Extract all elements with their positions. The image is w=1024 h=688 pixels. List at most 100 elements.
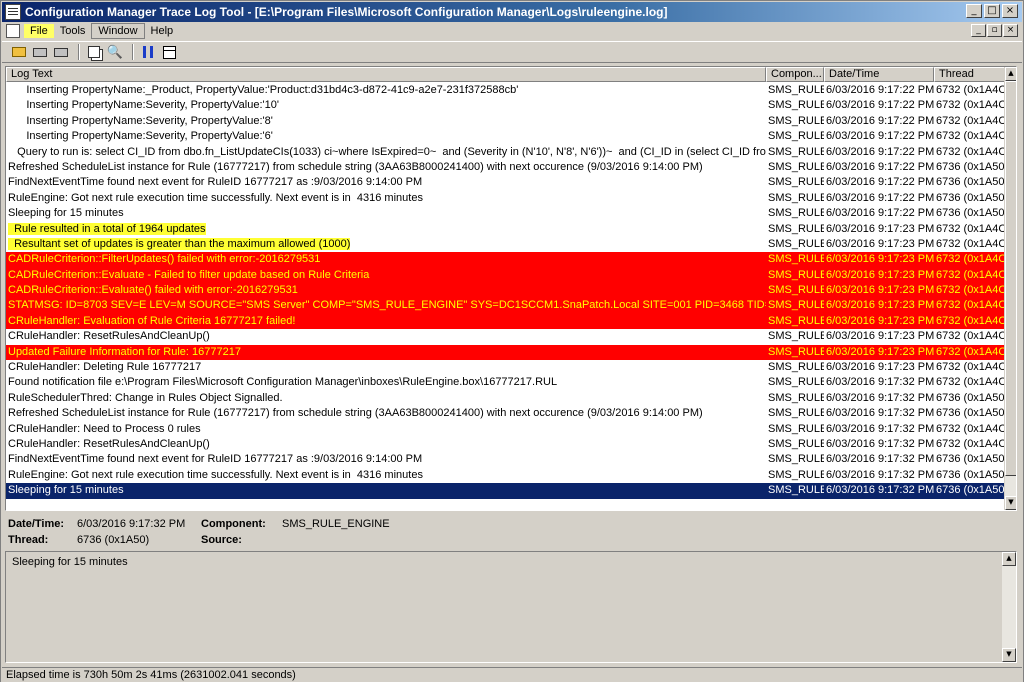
mdi-minimize-button[interactable]: _	[971, 24, 986, 37]
title-bar[interactable]: Configuration Manager Trace Log Tool - […	[2, 2, 1022, 22]
scroll-up-button[interactable]: ▲	[1005, 67, 1016, 81]
log-text-cell: CRuleHandler: Deleting Rule 16777217	[6, 360, 766, 375]
log-row[interactable]: Inserting PropertyName:Severity, Propert…	[6, 129, 1006, 144]
thread-cell-text: 6732 (0x1A4C)	[936, 222, 1006, 235]
log-row[interactable]: Refreshed ScheduleList instance for Rule…	[6, 406, 1006, 421]
log-grid[interactable]: Log Text Compon... Date/Time Thread Inse…	[5, 66, 1017, 511]
component-cell-text: SMS_RULE_I	[768, 314, 824, 327]
log-row[interactable]: CRuleHandler: ResetRulesAndCleanUp() SMS_…	[6, 437, 1006, 452]
thread-cell: 6732 (0x1A4C)	[934, 375, 1006, 390]
message-scroll-up-button[interactable]: ▲	[1002, 552, 1016, 566]
message-pane[interactable]: Sleeping for 15 minutes ▲ ▼	[5, 551, 1017, 663]
log-row[interactable]: Query to run is: select CI_ID from dbo.f…	[6, 145, 1006, 160]
log-text-cell: CRuleHandler: Evaluation of Rule Criteri…	[6, 314, 766, 329]
log-text-cell: CRuleHandler: ResetRulesAndCleanUp()	[6, 329, 766, 344]
log-text-cell: CADRuleCriterion::FilterUpdates() failed…	[6, 252, 766, 267]
close-button[interactable]: ×	[1002, 4, 1018, 18]
mdi-controls: _ ▫ ×	[971, 24, 1018, 37]
print-button[interactable]	[52, 43, 70, 61]
log-row[interactable]: CADRuleCriterion::Evaluate - Failed to f…	[6, 267, 1006, 284]
thread-cell: 6736 (0x1A50)	[934, 191, 1006, 206]
component-cell-text: SMS_RULE_I	[768, 468, 824, 481]
datetime-cell-text: 6/03/2016 9:17:23 PM	[826, 253, 934, 266]
log-row[interactable]: CRuleHandler: Evaluation of Rule Criteri…	[6, 313, 1006, 330]
column-header-log-text[interactable]: Log Text	[6, 67, 766, 82]
columns-button[interactable]	[160, 43, 178, 61]
datetime-cell: 6/03/2016 9:17:22 PM	[824, 206, 934, 221]
mdi-close-button[interactable]: ×	[1003, 24, 1018, 37]
log-row[interactable]: FindNextEventTime found next event for R…	[6, 452, 1006, 467]
component-cell: SMS_RULE_I	[766, 206, 824, 221]
log-row[interactable]: Refreshed ScheduleList instance for Rule…	[6, 160, 1006, 175]
menu-bar: File Tools Window Help _ ▫ ×	[2, 22, 1022, 40]
component-cell-text: SMS_RULE_I	[768, 330, 824, 343]
mdi-restore-button[interactable]: ▫	[987, 24, 1002, 37]
log-text-cell-text: FindNextEventTime found next event for R…	[8, 453, 423, 466]
grid-header: Log Text Compon... Date/Time Thread	[6, 67, 1006, 82]
log-text-cell: Query to run is: select CI_ID from dbo.f…	[6, 145, 766, 160]
datetime-cell: 6/03/2016 9:17:32 PM	[824, 375, 934, 390]
log-row[interactable]: RuleEngine: Got next rule execution time…	[6, 191, 1006, 206]
thread-cell: 6732 (0x1A4C)	[934, 268, 1006, 283]
log-row[interactable]: Inserting PropertyName:_Product, Propert…	[6, 83, 1006, 98]
minimize-button[interactable]: _	[966, 4, 982, 18]
message-scroll-down-button[interactable]: ▼	[1002, 648, 1016, 662]
log-row[interactable]: Sleeping for 15 minutes SMS_RULE_I6/03/20…	[6, 483, 1006, 499]
menu-help[interactable]: Help	[145, 24, 180, 38]
log-row[interactable]: CADRuleCriterion::Evaluate() failed with…	[6, 283, 1006, 299]
log-row[interactable]: Inserting PropertyName:Severity, Propert…	[6, 114, 1006, 129]
log-row[interactable]: RuleEngine: Got next rule execution time…	[6, 468, 1006, 483]
log-text-cell-text: CADRuleCriterion::Evaluate - Failed to f…	[8, 268, 370, 281]
component-value: SMS_RULE_ENGINE	[282, 518, 390, 530]
scroll-down-button[interactable]: ▼	[1005, 496, 1016, 510]
column-header-thread[interactable]: Thread	[934, 67, 1006, 82]
copy-button[interactable]	[85, 43, 103, 61]
log-row[interactable]: RuleSchedulerThred: Change in Rules Obje…	[6, 391, 1006, 406]
log-row[interactable]: Sleeping for 15 minutes SMS_RULE_I6/03/20…	[6, 206, 1006, 221]
thread-cell-text: 6736 (0x1A50)	[936, 391, 1006, 404]
log-text-cell-text: Updated Failure Information for Rule: 16…	[8, 345, 241, 358]
document-icon[interactable]	[6, 24, 20, 38]
log-row[interactable]: CRuleHandler: Need to Process 0 rules SMS…	[6, 422, 1006, 437]
log-row[interactable]: Inserting PropertyName:Severity, Propert…	[6, 98, 1006, 113]
thread-cell: 6732 (0x1A4C)	[934, 283, 1006, 298]
log-text-cell-text: RuleEngine: Got next rule execution time…	[8, 191, 423, 204]
log-row[interactable]: FindNextEventTime found next event for R…	[6, 175, 1006, 190]
app-log-icon	[5, 4, 21, 20]
log-text-cell: RuleSchedulerThred: Change in Rules Obje…	[6, 391, 766, 406]
log-text-cell: FindNextEventTime found next event for R…	[6, 175, 766, 190]
menu-file[interactable]: File	[24, 24, 54, 38]
log-text-cell-text: Rule resulted in a total of 1964 updates	[8, 222, 206, 235]
log-row[interactable]: Updated Failure Information for Rule: 16…	[6, 344, 1006, 361]
find-button[interactable]: 🔍	[106, 43, 124, 61]
save-button[interactable]	[31, 43, 49, 61]
datetime-cell: 6/03/2016 9:17:22 PM	[824, 98, 934, 113]
log-row[interactable]: STATMSG: ID=8703 SEV=E LEV=M SOURCE="SMS…	[6, 298, 1006, 314]
menu-window[interactable]: Window	[91, 23, 145, 39]
log-scrollbar[interactable]: ▲ ▼	[1004, 67, 1016, 510]
thread-cell: 6732 (0x1A4C)	[934, 98, 1006, 113]
log-row[interactable]: CADRuleCriterion::FilterUpdates() failed…	[6, 252, 1006, 268]
log-row[interactable]: CRuleHandler: ResetRulesAndCleanUp() SMS_…	[6, 329, 1006, 344]
thread-cell-text: 6732 (0x1A4C)	[936, 84, 1006, 96]
scroll-thumb[interactable]	[1005, 81, 1016, 476]
log-text-cell-text: CRuleHandler: ResetRulesAndCleanUp()	[8, 330, 210, 343]
pause-button[interactable]	[139, 43, 157, 61]
log-row[interactable]: Found notification file e:\Program Files…	[6, 375, 1006, 390]
maximize-button[interactable]: □	[984, 4, 1000, 18]
column-header-component[interactable]: Compon...	[766, 67, 824, 82]
thread-cell-text: 6732 (0x1A4C)	[936, 299, 1006, 312]
thread-cell: 6732 (0x1A4C)	[934, 83, 1006, 98]
component-cell-text: SMS_RULE_I	[768, 114, 824, 127]
log-text-cell: Inserting PropertyName:_Product, Propert…	[6, 83, 766, 98]
message-scrollbar[interactable]: ▲ ▼	[1002, 552, 1016, 662]
column-header-date-time[interactable]: Date/Time	[824, 67, 934, 82]
menu-tools[interactable]: Tools	[54, 24, 92, 38]
open-button[interactable]	[10, 43, 28, 61]
log-row[interactable]: CRuleHandler: Deleting Rule 16777217 SMS_…	[6, 360, 1006, 375]
log-text-cell: Inserting PropertyName:Severity, Propert…	[6, 129, 766, 144]
log-text-cell-text: RuleEngine: Got next rule execution time…	[8, 468, 423, 481]
log-row[interactable]: Resultant set of updates is greater than…	[6, 237, 1006, 252]
log-row[interactable]: Rule resulted in a total of 1964 updates…	[6, 222, 1006, 237]
log-text-cell: FindNextEventTime found next event for R…	[6, 452, 766, 467]
